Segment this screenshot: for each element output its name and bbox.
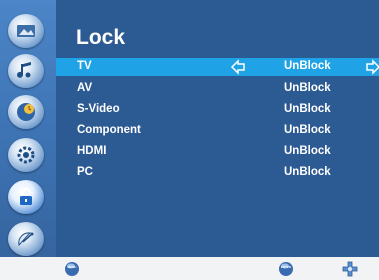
- arrow-left-icon[interactable]: [230, 59, 246, 75]
- source-row-tv[interactable]: TV UnBlock: [56, 58, 379, 76]
- row-label: S-Video: [77, 103, 120, 115]
- lock-icon[interactable]: [8, 180, 44, 214]
- row-label: TV: [77, 60, 92, 72]
- menu-button-label: MENU: [67, 265, 77, 269]
- row-value: UnBlock: [284, 82, 331, 94]
- satellite-dish-icon[interactable]: [8, 222, 44, 256]
- source-row-component[interactable]: Component UnBlock: [56, 122, 379, 140]
- settings-gear-icon[interactable]: [8, 138, 44, 172]
- category-sidebar: [0, 0, 56, 257]
- lock-menu-screen: Lock TV UnBlock AV UnBlock S-Video UnBlo…: [0, 0, 379, 280]
- arrow-right-icon[interactable]: [365, 59, 379, 75]
- row-value: UnBlock: [284, 124, 331, 136]
- music-note-icon[interactable]: [8, 54, 44, 88]
- source-row-av[interactable]: AV UnBlock: [56, 80, 379, 98]
- source-row-hdmi[interactable]: HDMI UnBlock: [56, 143, 379, 161]
- page-title: Lock: [76, 26, 126, 49]
- source-row-s-video[interactable]: S-Video UnBlock: [56, 101, 379, 119]
- row-label: AV: [77, 82, 93, 94]
- source-row-pc[interactable]: PC UnBlock: [56, 164, 379, 182]
- row-value: UnBlock: [284, 145, 331, 157]
- row-value: UnBlock: [284, 60, 331, 72]
- row-label: Component: [77, 124, 141, 136]
- dpad-icon[interactable]: [342, 261, 358, 277]
- menu-button-icon[interactable]: [64, 261, 80, 277]
- clock-globe-icon[interactable]: [8, 95, 44, 129]
- row-value: UnBlock: [284, 103, 331, 115]
- footer-hint-bar: MENU ENTER: [0, 257, 379, 280]
- enter-button-icon[interactable]: [278, 261, 294, 277]
- enter-button-label: ENTER: [280, 265, 292, 269]
- picture-icon[interactable]: [8, 14, 44, 48]
- row-label: HDMI: [77, 145, 107, 157]
- row-value: UnBlock: [284, 166, 331, 178]
- row-label: PC: [77, 166, 93, 178]
